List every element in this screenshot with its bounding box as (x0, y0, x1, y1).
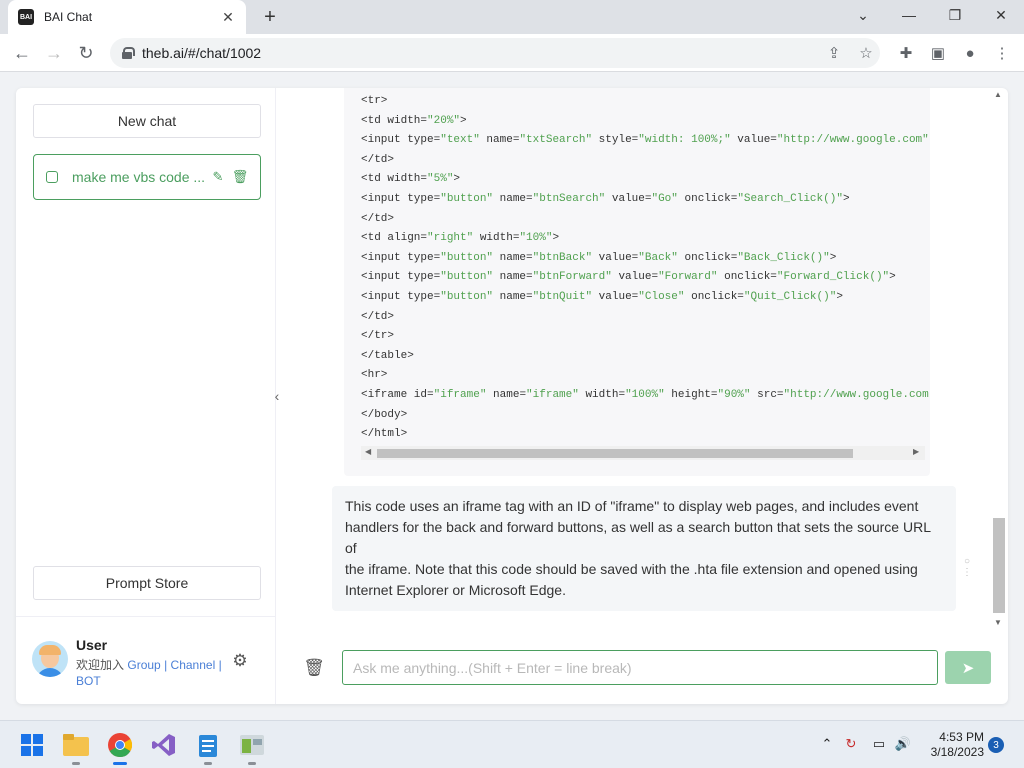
delete-trash-icon[interactable]: 🗑 (232, 169, 249, 185)
profile-icon[interactable]: ● (958, 41, 982, 65)
code-line: <input type="button" name="btnQuit" valu… (361, 290, 843, 303)
input-bar: 🗑 ➤ (276, 644, 1008, 704)
code-block: <tr> <td width="20%"> <input type="text" n… (344, 88, 930, 476)
tab-close-icon[interactable]: ✕ (220, 9, 236, 25)
code-line: </td> (361, 212, 395, 225)
message-line: handlers for the back and forward button… (345, 519, 931, 556)
message-line: Internet Explorer or Microsoft Edge. (345, 582, 566, 598)
code-line: </table> (361, 349, 414, 362)
side-panel-icon[interactable]: ▣ (926, 41, 950, 65)
edit-pencil-icon[interactable]: ✎ (210, 169, 226, 185)
code-line: </html> (361, 428, 408, 441)
scroll-right-icon[interactable]: ▶ (913, 447, 919, 456)
scrollbar-thumb[interactable] (377, 449, 853, 458)
message-line: This code uses an iframe tag with an ID … (345, 498, 919, 514)
chat-vertical-scrollbar[interactable]: ▲ ▼ (992, 88, 1006, 630)
code-line: <td align="right" width="10%"> (361, 232, 560, 245)
user-welcome-links: 欢迎加入 Group | Channel | BOT (76, 657, 226, 689)
assistant-message-text: This code uses an iframe tag with an ID … (332, 486, 956, 611)
separator-text: | (164, 658, 168, 672)
code-content: <tr> <td width="20%"> <input type="text" n… (361, 92, 929, 445)
scroll-down-icon[interactable]: ▼ (994, 618, 1002, 627)
reload-icon[interactable]: ↻ (74, 41, 98, 65)
tab-title: BAI Chat (44, 10, 93, 24)
sync-alert-icon[interactable]: ↻ (842, 735, 860, 753)
code-line: </td> (361, 153, 395, 166)
browser-tab[interactable]: BAI BAI Chat ✕ (8, 0, 246, 34)
chat-main: <tr> <td width="20%"> <input type="text" n… (276, 88, 1008, 704)
chat-bubble-icon (46, 171, 58, 183)
group-link[interactable]: Group (127, 658, 160, 672)
send-plane-icon: ➤ (961, 659, 975, 677)
chat-app: New chat make me vbs code ... ✎ 🗑 Prompt… (16, 88, 1008, 704)
code-line: </body> (361, 408, 408, 421)
volume-icon[interactable]: 🔊 (894, 735, 912, 753)
close-window-icon[interactable]: ✕ (978, 0, 1024, 30)
code-line: <hr> (361, 369, 388, 382)
clear-chat-trash-icon[interactable]: 🗑 (303, 658, 325, 678)
restore-icon[interactable]: ❐ (932, 0, 978, 30)
prompt-store-button[interactable]: Prompt Store (33, 566, 261, 600)
chevron-up-icon[interactable]: ⌃ (818, 735, 836, 753)
message-line: the iframe. Note that this code should b… (345, 561, 918, 577)
code-line: <input type="text" name="txtSearch" styl… (361, 134, 929, 147)
code-horizontal-scrollbar[interactable]: ◀ ▶ (361, 446, 925, 460)
share-icon[interactable]: ⇪ (822, 41, 846, 65)
back-arrow-icon[interactable]: ← (10, 41, 34, 65)
scroll-left-icon[interactable]: ◀ (365, 447, 371, 456)
bot-link[interactable]: BOT (76, 674, 101, 688)
scroll-up-icon[interactable]: ▲ (994, 90, 1002, 99)
start-windows-icon[interactable] (16, 729, 48, 761)
code-line: <iframe id="iframe" name="iframe" width=… (361, 388, 929, 401)
tab-search-icon[interactable]: ⌄ (840, 0, 886, 30)
code-line: </td> (361, 310, 395, 323)
message-options-icon[interactable]: ○ ⋮ (961, 556, 973, 578)
file-explorer-icon[interactable] (60, 729, 92, 765)
settings-gear-icon[interactable]: ⚙ (230, 651, 250, 671)
scrollbar-thumb[interactable] (993, 518, 1005, 613)
chrome-icon[interactable] (104, 729, 136, 765)
bookmark-star-icon[interactable]: ☆ (854, 41, 878, 65)
welcome-text: 欢迎加入 (76, 658, 125, 672)
bai-favicon-icon: BAI (18, 9, 34, 25)
avatar (32, 641, 68, 677)
send-button[interactable]: ➤ (945, 651, 991, 684)
minimize-icon[interactable]: — (886, 0, 932, 30)
user-panel: User 欢迎加入 Group | Channel | BOT ⚙ (16, 616, 276, 704)
chat-input[interactable] (342, 650, 938, 685)
new-chat-button[interactable]: New chat (33, 104, 261, 138)
code-line: <input type="button" name="btnBack" valu… (361, 251, 837, 264)
code-line: <td width="5%"> (361, 173, 461, 186)
network-icon[interactable]: ▭ (870, 735, 888, 753)
code-line: <input type="button" name="btnForward" v… (361, 271, 896, 284)
code-line: <input type="button" name="btnSearch" va… (361, 192, 850, 205)
sidebar: New chat make me vbs code ... ✎ 🗑 Prompt… (16, 88, 276, 704)
code-line: <tr> (361, 95, 388, 107)
channel-link[interactable]: Channel (171, 658, 216, 672)
clock-time: 4:53 PM (939, 730, 984, 744)
new-tab-icon[interactable]: + (259, 6, 281, 28)
more-menu-icon[interactable]: ⋮ (990, 41, 1014, 65)
app-window-icon[interactable] (236, 729, 268, 765)
separator-text: | (218, 658, 222, 672)
chat-list-item[interactable]: make me vbs code ... ✎ 🗑 (33, 154, 261, 200)
code-line: </tr> (361, 330, 395, 343)
user-name: User (76, 637, 108, 653)
address-bar[interactable]: theb.ai/#/chat/1002 (110, 38, 880, 68)
windows-taskbar: ⌃ ↻ ▭ 🔊 4:53 PM 3/18/2023 3 (0, 720, 1024, 768)
browser-tabstrip: BAI BAI Chat ✕ + ⌄ — ❐ ✕ (0, 0, 1024, 34)
notepad-icon[interactable] (192, 729, 224, 765)
chat-item-title: make me vbs code ... (72, 169, 204, 185)
url-text: theb.ai/#/chat/1002 (142, 45, 262, 61)
lock-icon (122, 47, 135, 59)
forward-arrow-icon[interactable]: → (42, 41, 66, 65)
code-line: <td width="20%"> (361, 114, 467, 127)
notification-badge[interactable]: 3 (988, 737, 1004, 753)
extensions-puzzle-icon[interactable]: ✚ (894, 41, 918, 65)
visual-studio-icon[interactable] (148, 729, 180, 761)
system-clock[interactable]: 4:53 PM 3/18/2023 (924, 730, 984, 760)
clock-date: 3/18/2023 (930, 745, 984, 759)
browser-toolbar: ← → ↻ theb.ai/#/chat/1002 ⇪ ☆ ✚ ▣ ● ⋮ (0, 34, 1024, 72)
